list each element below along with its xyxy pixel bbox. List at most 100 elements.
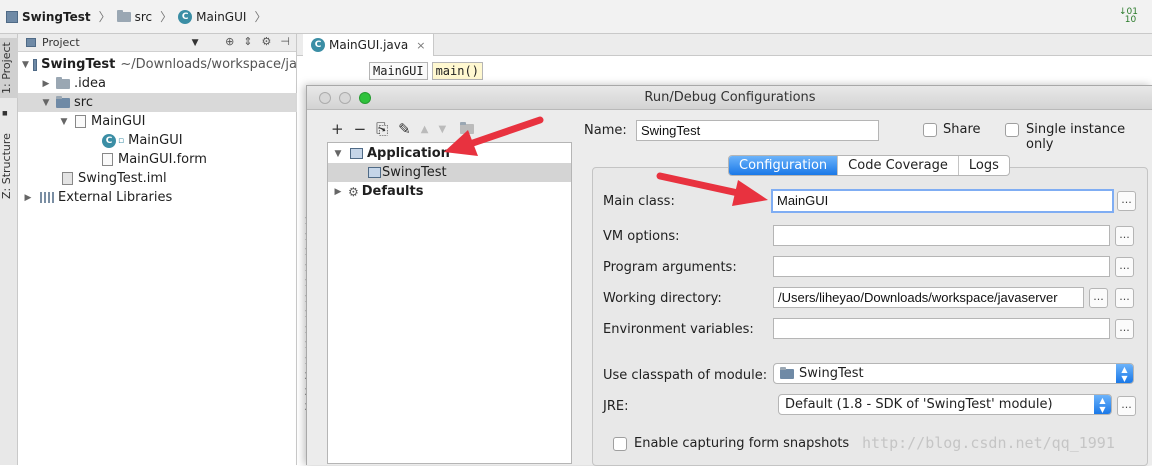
program-arguments-input[interactable] bbox=[773, 256, 1110, 277]
chevron-down-icon[interactable]: ▼ bbox=[192, 38, 199, 48]
environment-variables-edit-button[interactable]: ... bbox=[1115, 319, 1134, 339]
scroll-from-source-icon[interactable]: ⊕ bbox=[225, 35, 234, 48]
chevron-updown-icon: ▲ ▼ bbox=[1116, 364, 1133, 383]
folder-icon[interactable] bbox=[460, 122, 475, 134]
breadcrumb-project[interactable]: SwingTest 〉 bbox=[6, 8, 117, 25]
tree-item-external-libraries[interactable]: ▶ External Libraries bbox=[18, 188, 297, 207]
vm-options-input[interactable] bbox=[773, 225, 1110, 246]
program-arguments-expand-button[interactable]: ... bbox=[1115, 257, 1134, 277]
single-instance-checkbox[interactable] bbox=[1005, 123, 1019, 137]
dialog-titlebar[interactable]: Run/Debug Configurations bbox=[307, 86, 1152, 110]
code-crumb-class[interactable]: MainGUI bbox=[369, 62, 428, 80]
expanded-arrow-icon: ▼ bbox=[60, 116, 68, 127]
tab-structure[interactable]: Z: Structure bbox=[0, 124, 18, 208]
gear-icon[interactable]: ⚙ bbox=[262, 35, 272, 48]
classpath-module-value: SwingTest bbox=[799, 366, 864, 381]
structure-icon: ▪ bbox=[0, 108, 10, 118]
tree-item-label: MainGUI.form bbox=[118, 152, 207, 167]
share-checkbox[interactable] bbox=[923, 123, 937, 137]
project-view-icon bbox=[26, 38, 36, 47]
form-file-icon bbox=[102, 153, 113, 166]
config-tree: ▼ Application SwingTest ▶ ⚙ Defaults bbox=[327, 142, 572, 464]
tree-item-application[interactable]: ▼ Application bbox=[328, 144, 571, 163]
environment-variables-input[interactable] bbox=[773, 318, 1110, 339]
main-class-label: Main class: bbox=[603, 194, 675, 209]
class-icon: C bbox=[102, 133, 116, 148]
module-file-icon bbox=[62, 172, 73, 185]
tab-logs[interactable]: Logs bbox=[959, 156, 1009, 175]
tree-item-maingui-form[interactable]: MainGUI.form bbox=[18, 150, 297, 169]
main-class-input[interactable]: MainGUI bbox=[771, 189, 1114, 213]
editor-tab-label: MainGUI.java bbox=[329, 38, 409, 52]
tree-item-label: SwingTest.iml bbox=[78, 171, 167, 186]
classpath-module-label: Use classpath of module: bbox=[603, 368, 768, 383]
breadcrumb-class[interactable]: C MainGUI 〉 bbox=[178, 8, 272, 25]
tree-item-swingtest-config[interactable]: SwingTest bbox=[328, 163, 571, 182]
project-panel-tools: ⊕ ⇕ ⚙ ⊣ bbox=[225, 35, 290, 48]
expanded-arrow-icon: ▼ bbox=[42, 97, 50, 108]
add-icon[interactable]: + bbox=[331, 120, 344, 138]
tree-item-defaults[interactable]: ▶ ⚙ Defaults bbox=[328, 182, 571, 201]
working-directory-input[interactable]: /Users/liheyao/Downloads/workspace/javas… bbox=[773, 287, 1084, 308]
chevron-right-icon: 〉 bbox=[98, 10, 111, 24]
edit-defaults-icon[interactable]: ✎ bbox=[398, 120, 411, 138]
tree-item-idea[interactable]: ▶ .idea bbox=[18, 74, 297, 93]
library-icon bbox=[40, 192, 54, 203]
watermark: http://blog.csdn.net/qq_1991 bbox=[862, 434, 1115, 452]
sort-indicator-icon[interactable]: ↓01 10 bbox=[1119, 8, 1138, 25]
move-down-icon[interactable]: ▼ bbox=[438, 124, 446, 135]
move-up-icon[interactable]: ▲ bbox=[421, 124, 429, 135]
tree-item-swingtest[interactable]: ▼ SwingTest ~/Downloads/workspace/ja bbox=[18, 55, 297, 74]
capture-snapshots-checkbox[interactable] bbox=[613, 437, 627, 451]
vm-options-label: VM options: bbox=[603, 229, 680, 244]
close-icon[interactable]: × bbox=[416, 39, 425, 52]
application-icon bbox=[368, 167, 381, 178]
name-label: Name: bbox=[584, 123, 627, 138]
name-input[interactable]: SwingTest bbox=[636, 120, 879, 141]
single-instance-label: Single instance only bbox=[1026, 122, 1126, 152]
tab-configuration[interactable]: Configuration bbox=[729, 156, 839, 175]
tree-item-path: ~/Downloads/workspace/ja bbox=[120, 57, 297, 72]
jre-browse-button[interactable]: ... bbox=[1117, 396, 1136, 416]
hide-panel-icon[interactable]: ⊣ bbox=[280, 35, 290, 48]
tree-item-label: src bbox=[74, 95, 93, 110]
folder-icon bbox=[56, 76, 70, 89]
config-toolbar: + − ⎘ ✎ ▲ ▼ bbox=[331, 120, 475, 138]
module-icon bbox=[780, 366, 794, 379]
working-directory-browse-button[interactable]: ... bbox=[1089, 288, 1108, 308]
classpath-module-select[interactable]: SwingTest ▲ ▼ bbox=[773, 363, 1134, 384]
jre-value: Default (1.8 - SDK of 'SwingTest' module… bbox=[785, 397, 1053, 412]
copy-icon[interactable]: ⎘ bbox=[376, 120, 388, 138]
vm-options-expand-button[interactable]: ... bbox=[1115, 226, 1134, 246]
breadcrumb-src[interactable]: src 〉 bbox=[116, 8, 179, 25]
tree-item-src[interactable]: ▼ src bbox=[18, 93, 297, 112]
project-panel-header: Project ▼ ⊕ ⇕ ⚙ ⊣ bbox=[18, 34, 296, 52]
program-arguments-label: Program arguments: bbox=[603, 260, 737, 275]
collapsed-arrow-icon: ▶ bbox=[42, 78, 50, 89]
tab-project[interactable]: 1: Project bbox=[0, 38, 18, 98]
code-crumb-method[interactable]: main() bbox=[431, 62, 483, 80]
tree-item-label: External Libraries bbox=[58, 190, 173, 205]
wrench-icon: ⚙ bbox=[348, 184, 359, 199]
module-icon bbox=[6, 10, 18, 23]
working-directory-macro-button[interactable]: ... bbox=[1115, 288, 1134, 308]
form-group-icon bbox=[75, 115, 86, 128]
tree-item-maingui-package[interactable]: ▼ MainGUI bbox=[18, 112, 297, 131]
capture-snapshots-label: Enable capturing form snapshots bbox=[634, 436, 850, 451]
tree-item-iml[interactable]: SwingTest.iml bbox=[18, 169, 297, 188]
editor-tab-maingui[interactable]: C MainGUI.java × bbox=[303, 34, 435, 56]
source-folder-icon bbox=[56, 95, 70, 108]
jre-select[interactable]: Default (1.8 - SDK of 'SwingTest' module… bbox=[778, 394, 1112, 415]
collapsed-arrow-icon: ▶ bbox=[334, 186, 342, 197]
application-icon bbox=[350, 148, 363, 159]
tree-item-label: SwingTest bbox=[382, 165, 447, 180]
tab-code-coverage[interactable]: Code Coverage bbox=[838, 156, 959, 175]
collapse-all-icon[interactable]: ⇕ bbox=[243, 35, 252, 48]
tree-item-maingui-class[interactable]: C ▫ MainGUI bbox=[18, 131, 297, 150]
breadcrumb-class-label: MainGUI bbox=[196, 9, 247, 24]
breadcrumb-project-label: SwingTest bbox=[22, 9, 91, 24]
main-class-browse-button[interactable]: ... bbox=[1117, 191, 1136, 211]
working-directory-label: Working directory: bbox=[603, 291, 722, 306]
remove-icon[interactable]: − bbox=[354, 120, 367, 138]
chevron-updown-icon: ▲ ▼ bbox=[1094, 395, 1111, 414]
